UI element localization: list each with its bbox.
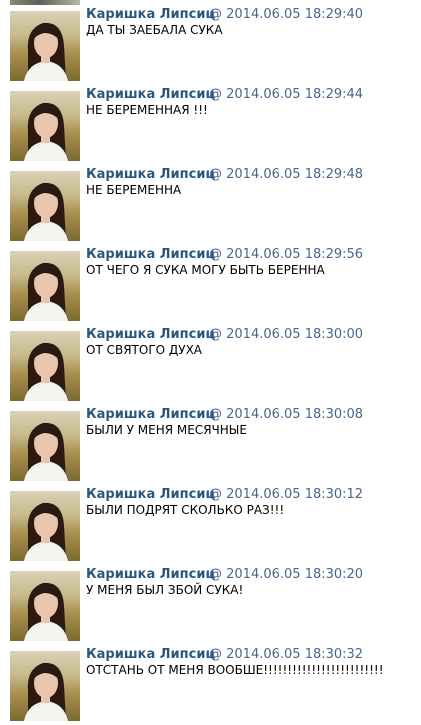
message-timestamp: @ 2014.06.05 18:30:00: [209, 327, 364, 342]
avatar-photo: [24, 502, 68, 561]
message-item: Каришка Липсиц @ 2014.06.05 18:30:00 ОТ …: [0, 320, 421, 401]
message-item: Каришка Липсиц @ 2014.06.05 18:30:08 БЫЛ…: [0, 400, 421, 481]
message-timestamp: @ 2014.06.05 18:30:20: [209, 567, 364, 582]
avatar-photo: [24, 102, 68, 161]
avatar[interactable]: [10, 651, 80, 721]
message-text: БЫЛИ ПОДРЯТ СКОЛЬКО РАЗ!!!: [86, 503, 285, 517]
message-text: ОТ СВЯТОГО ДУХА: [86, 343, 203, 357]
message-item: Каришка Липсиц @ 2014.06.05 18:29:56 ОТ …: [0, 240, 421, 321]
message-timestamp: @ 2014.06.05 18:29:44: [209, 87, 364, 102]
message-item: Каришка Липсиц @ 2014.06.05 18:29:40 ДА …: [0, 0, 421, 81]
message-item: Каришка Липсиц @ 2014.06.05 18:29:44 НЕ …: [0, 80, 421, 161]
author-name-link[interactable]: Каришка Липсиц: [86, 167, 215, 182]
avatar-photo: [24, 22, 68, 81]
avatar[interactable]: [10, 171, 80, 241]
message-item: Каришка Липсиц @ 2014.06.05 18:30:32 ОТС…: [0, 640, 421, 721]
message-item: Каришка Липсиц @ 2014.06.05 18:30:12 БЫЛ…: [0, 480, 421, 561]
author-name-link[interactable]: Каришка Липсиц: [86, 487, 215, 502]
message-timestamp: @ 2014.06.05 18:29:48: [209, 167, 364, 182]
avatar-photo: [24, 182, 68, 241]
avatar-photo: [24, 662, 68, 721]
message-item: Каришка Липсиц @ 2014.06.05 18:29:48 НЕ …: [0, 160, 421, 241]
message-timestamp: @ 2014.06.05 18:30:32: [209, 647, 364, 662]
message-timestamp: @ 2014.06.05 18:30:08: [209, 407, 364, 422]
message-text: БЫЛИ У МЕНЯ МЕСЯЧНЫЕ: [86, 423, 247, 437]
message-text: ДА ТЫ ЗАЕБАЛА СУКА: [86, 23, 223, 37]
author-name-link[interactable]: Каришка Липсиц: [86, 407, 215, 422]
avatar[interactable]: [10, 491, 80, 561]
author-name-link[interactable]: Каришка Липсиц: [86, 647, 215, 662]
avatar[interactable]: [10, 571, 80, 641]
author-name-link[interactable]: Каришка Липсиц: [86, 247, 215, 262]
message-timestamp: @ 2014.06.05 18:29:40: [209, 7, 364, 22]
message-timestamp: @ 2014.06.05 18:29:56: [209, 247, 364, 262]
author-name-link[interactable]: Каришка Липсиц: [86, 87, 215, 102]
author-name-link[interactable]: Каришка Липсиц: [86, 567, 215, 582]
avatar-photo: [24, 582, 68, 641]
avatar[interactable]: [10, 411, 80, 481]
message-text: ОТ ЧЕГО Я СУКА МОГУ БЫТЬ БЕРЕННА: [86, 263, 325, 277]
message-text: НЕ БЕРЕМЕННА: [86, 183, 182, 197]
message-text: У МЕНЯ БЫЛ ЗБОЙ СУКА!: [86, 583, 244, 597]
message-text: НЕ БЕРЕМЕННАЯ !!!: [86, 103, 208, 117]
avatar-photo: [24, 342, 68, 401]
avatar-photo: [24, 422, 68, 481]
avatar-photo: [24, 262, 68, 321]
message-timestamp: @ 2014.06.05 18:30:12: [209, 487, 364, 502]
avatar[interactable]: [10, 251, 80, 321]
message-text: ОТСТАНЬ ОТ МЕНЯ ВООБШЕ!!!!!!!!!!!!!!!!!!…: [86, 663, 384, 677]
message-item: Каришка Липсиц @ 2014.06.05 18:30:20 У М…: [0, 560, 421, 641]
avatar[interactable]: [10, 11, 80, 81]
avatar[interactable]: [10, 331, 80, 401]
author-name-link[interactable]: Каришка Липсиц: [86, 327, 215, 342]
author-name-link[interactable]: Каришка Липсиц: [86, 7, 215, 22]
avatar[interactable]: [10, 91, 80, 161]
